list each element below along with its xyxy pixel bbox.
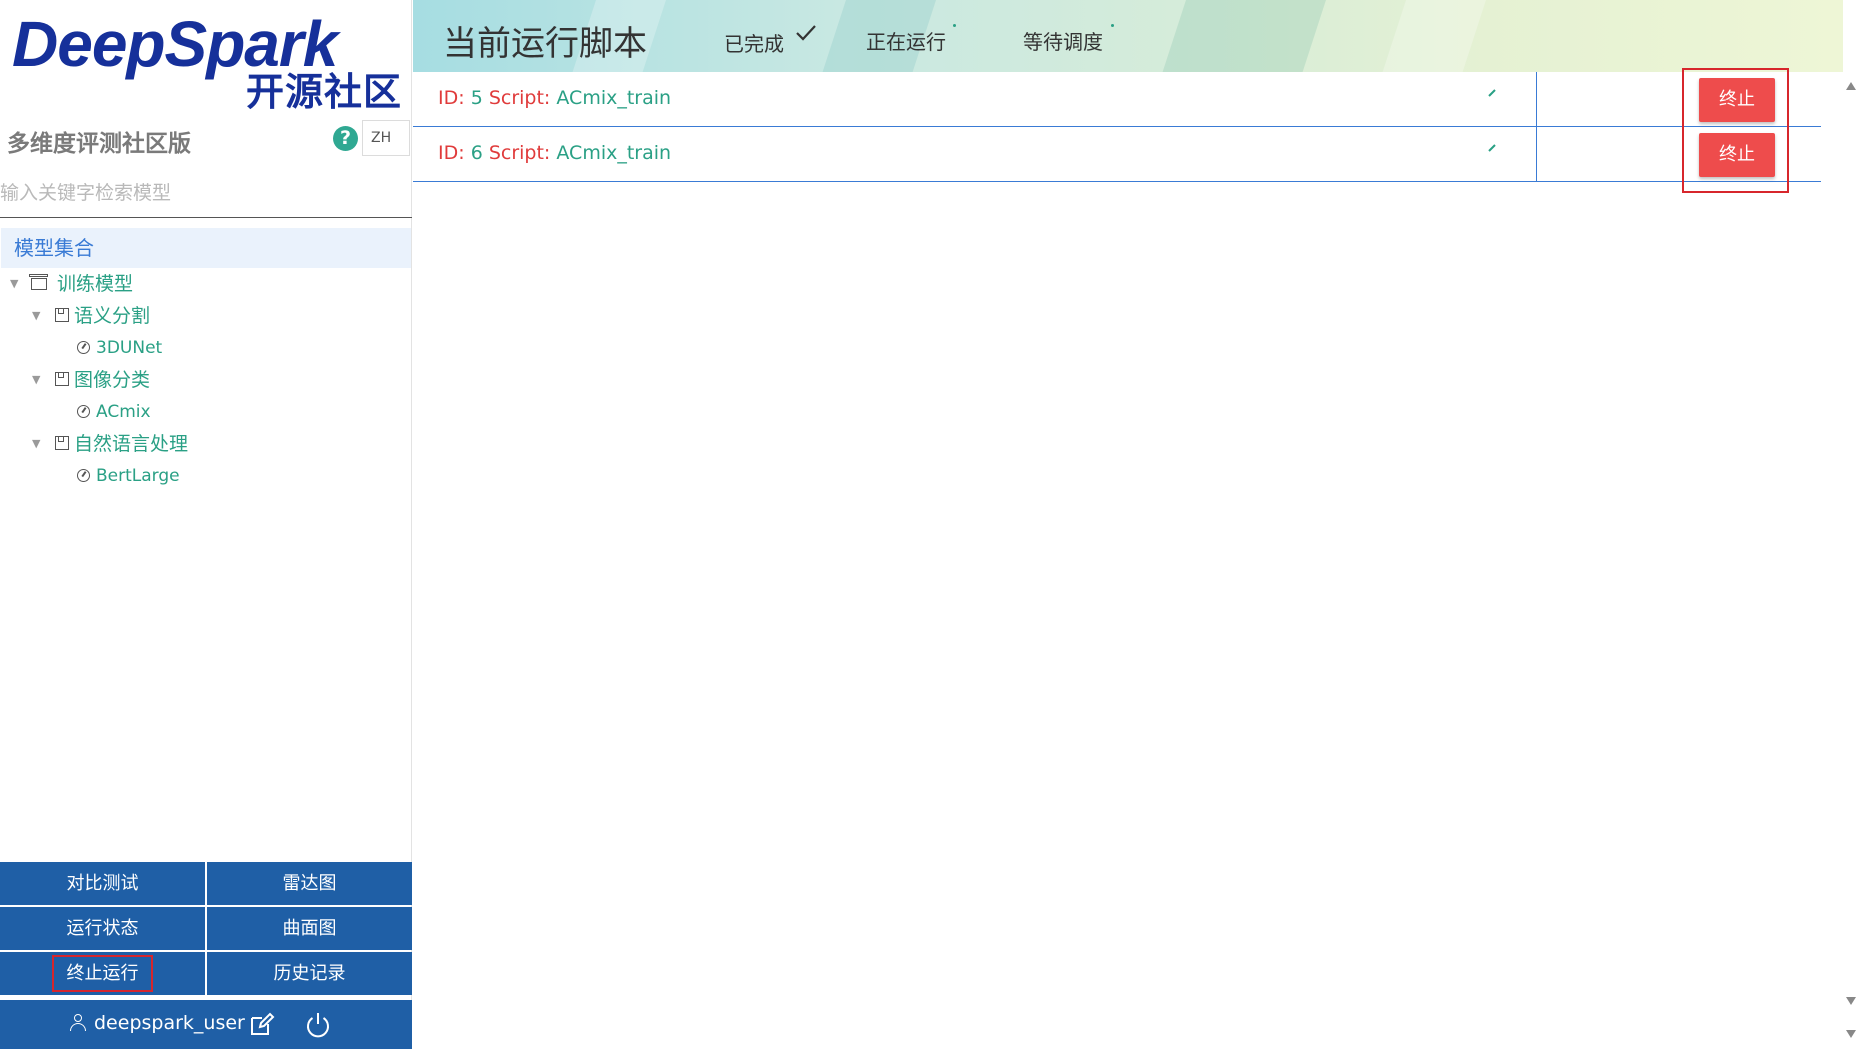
tree-node-group[interactable]: ▼ 自然语言处理 [0, 428, 412, 460]
scroll-up-icon[interactable] [1846, 82, 1856, 90]
script-id: 5 [470, 87, 483, 109]
menu-label: 雷达图 [282, 873, 337, 894]
tab-completed[interactable]: 已完成 [724, 28, 784, 57]
id-label: ID: [438, 87, 465, 109]
tree-node-label: BertLarge [96, 466, 180, 486]
page-title: 当前运行脚本 [443, 24, 647, 64]
history-button[interactable]: 历史记录 [207, 952, 412, 995]
header-banner: 当前运行脚本 已完成 正在运行 等待调度 [413, 0, 1843, 72]
power-icon[interactable] [304, 1010, 332, 1038]
model-tree: 模型集合 ▼ 训练模型 ▼ 语义分割 3DUNet ▼ 图像分类 ACmix ▼ [0, 228, 412, 492]
tree-node-root[interactable]: ▼ 训练模型 [0, 268, 412, 300]
scroll-down-icon[interactable] [1846, 1030, 1856, 1038]
deepspark-logo: DeepSpark 开源社区 [12, 8, 402, 114]
tree-node-label: 图像分类 [74, 369, 151, 391]
menu-label: 对比测试 [66, 873, 139, 894]
scrollbar[interactable] [1843, 72, 1859, 1049]
tab-queued[interactable]: 等待调度 [1023, 26, 1103, 55]
compare-test-button[interactable]: 对比测试 [0, 862, 205, 905]
caret-down-icon[interactable]: ▼ [32, 428, 40, 460]
tree-node-label: 训练模型 [57, 273, 134, 295]
document-icon [55, 436, 69, 450]
edition-title: 多维度评测社区版 [7, 131, 191, 157]
gauge-icon [77, 469, 90, 482]
tree-node-label: 语义分割 [74, 305, 151, 327]
gauge-icon [77, 405, 90, 418]
edit-icon[interactable] [248, 1010, 276, 1038]
script-row: ID: 6 Script: ACmix_train 终止 [413, 127, 1821, 182]
script-label: Script: [488, 142, 551, 164]
pencil-icon[interactable] [1487, 143, 1497, 153]
user-icon [70, 1014, 86, 1032]
menu-label: 历史记录 [273, 963, 346, 984]
tree-node-label: ACmix [96, 402, 151, 422]
menu-label: 运行状态 [66, 918, 139, 939]
caret-down-icon[interactable]: ▼ [32, 364, 40, 396]
folder-icon [29, 274, 48, 290]
stop-run-button[interactable]: 终止运行 [0, 952, 205, 995]
banner-decoration [1153, 0, 1333, 72]
tree-node-label: 3DUNet [96, 338, 163, 358]
column-divider [1536, 127, 1537, 182]
document-icon [55, 308, 69, 322]
username: deepspark_user [94, 1012, 245, 1034]
caret-down-icon[interactable]: ▼ [32, 300, 40, 332]
script-info: ID: 6 Script: ACmix_train [438, 142, 671, 164]
tree-node-group[interactable]: ▼ 图像分类 [0, 364, 412, 396]
pencil-icon[interactable] [1487, 88, 1497, 98]
script-name: ACmix_train [556, 87, 672, 109]
gauge-icon [77, 341, 90, 354]
menu-label: 曲面图 [282, 918, 337, 939]
id-label: ID: [438, 142, 465, 164]
document-icon [55, 372, 69, 386]
scroll-down-icon[interactable] [1846, 997, 1856, 1005]
tree-node-label: 自然语言处理 [74, 433, 189, 455]
checkmark-icon [796, 25, 816, 41]
sidebar: DeepSpark 开源社区 多维度评测社区版 ? ZH 模型集合 ▼ 训练模型… [0, 0, 412, 1049]
language-select[interactable]: ZH [362, 120, 410, 156]
run-status-button[interactable]: 运行状态 [0, 907, 205, 950]
highlight-annotation [52, 955, 153, 992]
model-search-input[interactable] [0, 172, 412, 218]
caret-down-icon[interactable]: ▼ [10, 268, 18, 300]
tree-header[interactable]: 模型集合 [1, 228, 411, 268]
script-id: 6 [470, 142, 483, 164]
logo-subtext: 开源社区 [245, 70, 402, 114]
script-info: ID: 5 Script: ACmix_train [438, 87, 671, 109]
user-bar: deepspark_user [0, 1000, 412, 1049]
radar-chart-button[interactable]: 雷达图 [207, 862, 412, 905]
tree-node-model[interactable]: BertLarge [0, 460, 412, 492]
function-menu: 对比测试 雷达图 运行状态 曲面图 终止运行 历史记录 [0, 862, 412, 995]
column-divider [1536, 72, 1537, 127]
question-circle-icon[interactable]: ? [333, 126, 358, 151]
script-name: ACmix_train [556, 142, 672, 164]
tree-node-model[interactable]: 3DUNet [0, 332, 412, 364]
tree-node-model[interactable]: ACmix [0, 396, 412, 428]
main-panel: 当前运行脚本 已完成 正在运行 等待调度 ID: 5 Script: ACmix… [413, 0, 1843, 1049]
surface-chart-button[interactable]: 曲面图 [207, 907, 412, 950]
tab-running[interactable]: 正在运行 [866, 26, 946, 55]
tree-node-group[interactable]: ▼ 语义分割 [0, 300, 412, 332]
script-label: Script: [488, 87, 551, 109]
status-dot [953, 24, 956, 27]
script-row: ID: 5 Script: ACmix_train 终止 [413, 72, 1821, 127]
highlight-annotation [1682, 68, 1789, 193]
banner-decoration [1373, 0, 1493, 72]
status-dot [1111, 24, 1114, 27]
